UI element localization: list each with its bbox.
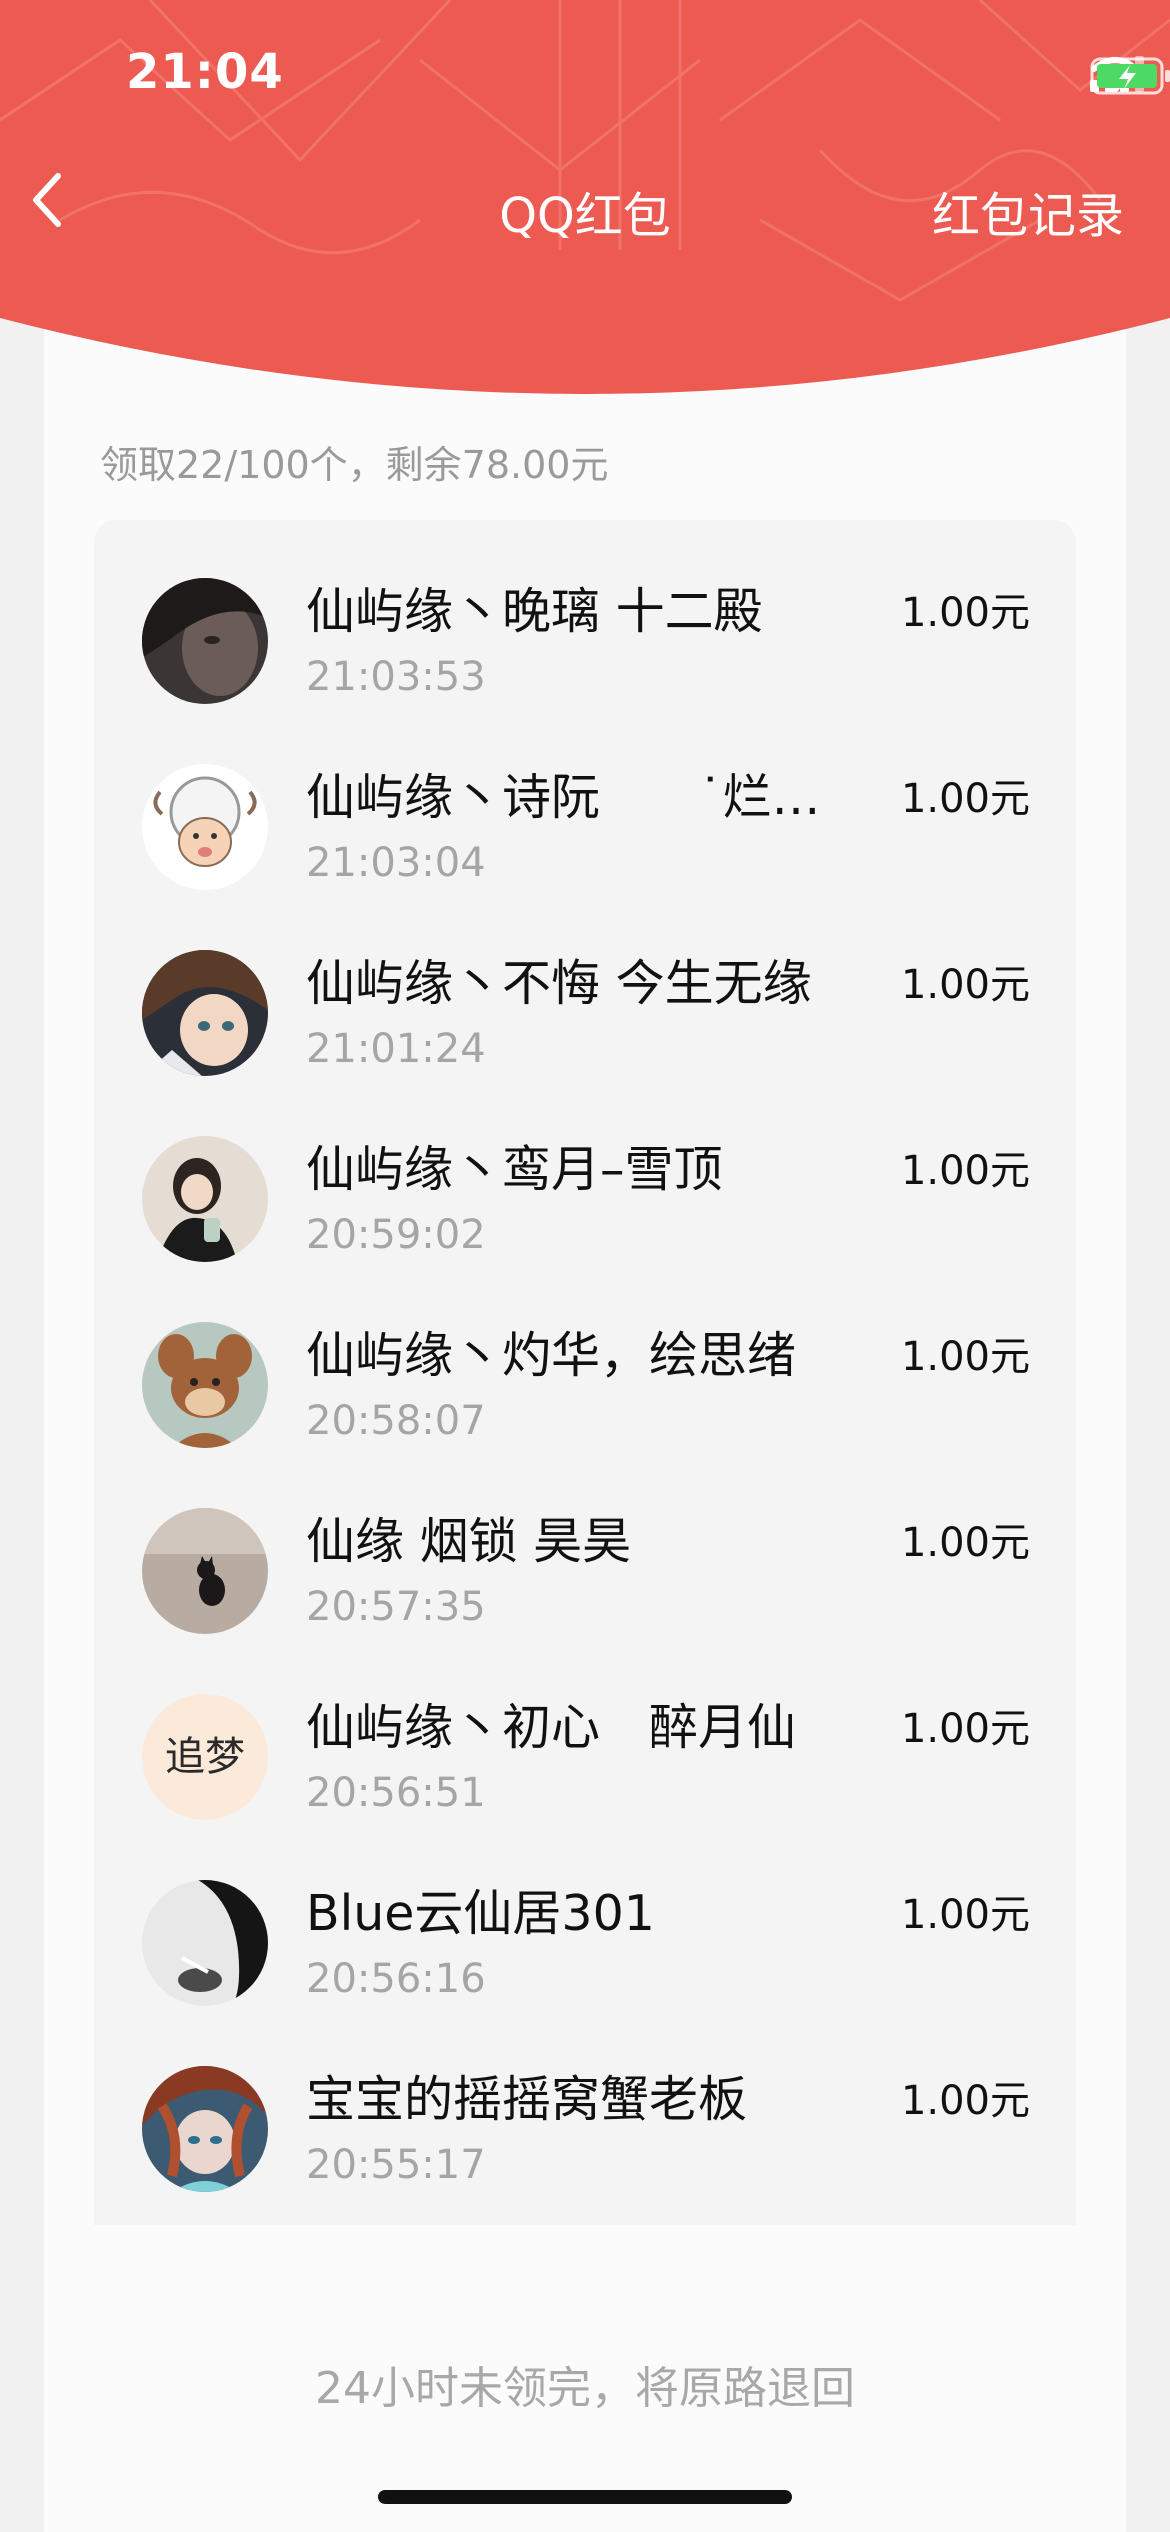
refund-notice: 24小时未领完，将原路退回 <box>315 2363 855 2414</box>
claimer-name: Blue云仙居301 <box>306 1885 655 1942</box>
avatar[interactable] <box>142 764 268 890</box>
avatar-image <box>142 1880 268 2006</box>
list-item[interactable]: 宝宝的摇摇窝蟹老板 20:55:17 1.00元 <box>94 2008 1076 2194</box>
claim-time: 20:56:16 <box>306 1956 486 2002</box>
list-item[interactable]: Blue云仙居301 20:56:16 1.00元 <box>94 1822 1076 2008</box>
claimer-name: 仙屿缘丶鸾月–雪顶 <box>306 1141 723 1198</box>
claim-amount: 1.00元 <box>900 1706 1030 1752</box>
claimer-name: 仙屿缘丶不悔 今生无缘 <box>306 955 812 1012</box>
avatar[interactable] <box>142 950 268 1076</box>
status-time: 21:04 <box>126 44 284 100</box>
list-item[interactable]: 追梦 仙屿缘丶初心 醉月仙 20:56:51 1.00元 <box>94 1636 1076 1822</box>
claim-time: 21:01:24 <box>306 1026 486 1072</box>
avatar-calligraphy-text: 追梦 <box>165 1734 245 1780</box>
avatar-image <box>142 1508 268 1634</box>
claim-time: 20:58:07 <box>306 1398 486 1444</box>
avatar[interactable] <box>142 1136 268 1262</box>
claim-amount: 1.00元 <box>900 2078 1030 2124</box>
claim-list: 仙屿缘丶晚璃 十二殿 21:03:53 1.00元 仙屿缘丶诗阮 ˙烂… 21:… <box>94 520 1076 2225</box>
claim-amount: 1.00元 <box>900 1148 1030 1194</box>
avatar[interactable] <box>142 1322 268 1448</box>
list-item[interactable]: 仙缘 烟锁 昊昊 20:57:35 1.00元 <box>94 1450 1076 1636</box>
avatar-image <box>142 1136 268 1262</box>
claim-amount: 1.00元 <box>900 1520 1030 1566</box>
claimer-name: 仙缘 烟锁 昊昊 <box>306 1513 632 1570</box>
avatar-image <box>142 2066 268 2192</box>
claim-time: 20:55:17 <box>306 2142 486 2188</box>
claim-amount: 1.00元 <box>900 962 1030 1008</box>
red-packet-records-link[interactable]: 红包记录 <box>932 176 1124 246</box>
claimer-name: 仙屿缘丶灼华，绘思绪 <box>306 1327 797 1384</box>
claim-summary: 领取22/100个，剩余78.00元 <box>100 443 609 487</box>
battery-charging-icon <box>1090 57 1170 95</box>
avatar[interactable] <box>142 2066 268 2192</box>
list-item[interactable]: 仙屿缘丶灼华，绘思绪 20:58:07 1.00元 <box>94 1264 1076 1450</box>
list-item[interactable]: 仙屿缘丶鸾月–雪顶 20:59:02 1.00元 <box>94 1078 1076 1264</box>
claim-amount: 1.00元 <box>900 1334 1030 1380</box>
avatar-image: 追梦 <box>142 1694 268 1820</box>
claimer-name: 仙屿缘丶晚璃 十二殿 <box>306 583 763 640</box>
claimer-name: 仙屿缘丶诗阮 ˙烂… <box>306 769 821 826</box>
avatar[interactable] <box>142 1508 268 1634</box>
list-item[interactable]: 仙屿缘丶不悔 今生无缘 21:01:24 1.00元 <box>94 892 1076 1078</box>
claim-time: 21:03:04 <box>306 840 486 886</box>
claim-time: 20:57:35 <box>306 1584 486 1630</box>
claim-amount: 1.00元 <box>900 590 1030 636</box>
home-indicator[interactable] <box>378 2490 792 2504</box>
avatar[interactable]: 追梦 <box>142 1694 268 1820</box>
claim-amount: 1.00元 <box>900 1892 1030 1938</box>
avatar-image <box>142 1322 268 1448</box>
avatar-image <box>142 950 268 1076</box>
avatar[interactable] <box>142 578 268 704</box>
list-item[interactable]: 仙屿缘丶晚璃 十二殿 21:03:53 1.00元 <box>94 520 1076 706</box>
claim-amount: 1.00元 <box>900 776 1030 822</box>
header: 21:04 QQ红包 红包记录 <box>0 0 1170 430</box>
claim-time: 20:56:51 <box>306 1770 486 1816</box>
list-item[interactable]: 仙屿缘丶诗阮 ˙烂… 21:03:04 1.00元 <box>94 706 1076 892</box>
avatar-image <box>142 764 268 890</box>
claimer-name: 仙屿缘丶初心 醉月仙 <box>306 1699 797 1756</box>
claim-time: 21:03:53 <box>306 654 486 700</box>
red-packet-detail-page: 21:04 QQ红包 红包记录 领取22/100个，剩余78.00元 仙屿缘丶晚… <box>0 0 1170 2532</box>
avatar-image <box>142 578 268 704</box>
claimer-name: 宝宝的摇摇窝蟹老板 <box>306 2071 748 2128</box>
avatar[interactable] <box>142 1880 268 2006</box>
claim-time: 20:59:02 <box>306 1212 486 1258</box>
